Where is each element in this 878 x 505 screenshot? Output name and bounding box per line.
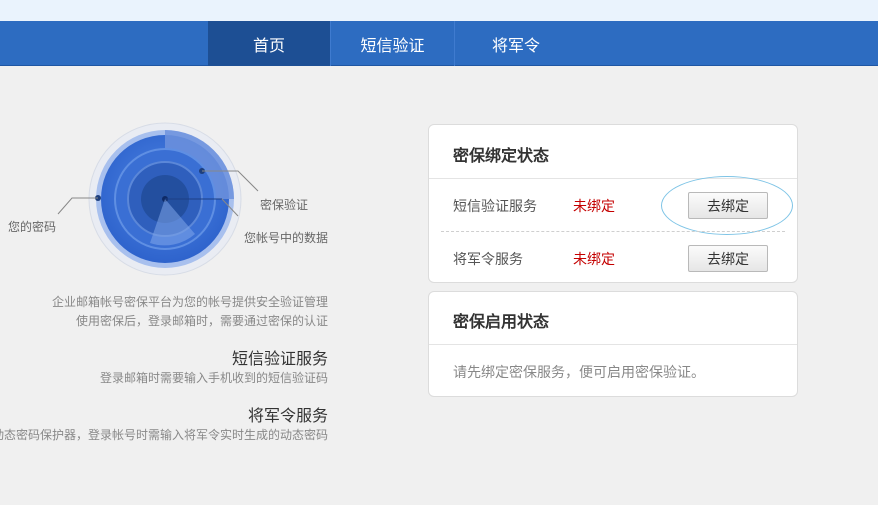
radar-graphic	[57, 122, 259, 276]
enable-hint: 请先绑定密保服务，便可启用密保验证。	[453, 365, 705, 381]
bind-sms-button[interactable]: 去绑定	[688, 192, 768, 219]
tab-sms-verify[interactable]: 短信验证	[331, 21, 454, 66]
sms-service-status: 未绑定	[573, 199, 615, 215]
tab-home[interactable]: 首页	[208, 21, 330, 66]
sms-service-label: 短信验证服务	[453, 199, 537, 215]
top-strip	[0, 0, 878, 21]
intro-line-1: 企业邮箱帐号密保平台为您的帐号提供安全验证管理	[51, 295, 328, 309]
feature-desc-token: 动态密码保护器，登录帐号时需输入将军令实时生成的动态密码	[0, 428, 328, 442]
feature-title-token: 将军令服务	[247, 406, 328, 425]
feature-desc-sms: 登录邮箱时需要输入手机收到的短信验证码	[99, 371, 328, 385]
top-navbar: 首页 短信验证 将军令	[0, 21, 878, 66]
tab-token[interactable]: 将军令	[455, 21, 577, 66]
card-divider	[429, 344, 797, 345]
password-label: 您的密码	[8, 220, 57, 234]
row-divider	[441, 231, 785, 232]
feature-title-sms: 短信验证服务	[231, 349, 328, 368]
tab-home-label: 首页	[252, 35, 285, 55]
bind-status-card: 密保绑定状态 短信验证服务 未绑定 去绑定 将军令服务 未绑定 去绑定	[428, 124, 798, 283]
account-data-label: 您帐号中的数据	[244, 231, 329, 245]
token-service-status: 未绑定	[573, 252, 615, 268]
card-title: 密保启用状态	[453, 312, 550, 331]
intro-line-2: 使用密保后，登录邮箱时，需要通过密保的认证	[75, 314, 328, 328]
tab-sms-verify-label: 短信验证	[360, 35, 425, 55]
tab-token-label: 将军令	[491, 35, 540, 55]
security-verify-label: 密保验证	[260, 198, 309, 212]
bind-token-button[interactable]: 去绑定	[688, 245, 768, 272]
card-title: 密保绑定状态	[453, 146, 550, 165]
enable-status-card: 密保启用状态 请先绑定密保服务，便可启用密保验证。	[428, 291, 798, 397]
token-service-label: 将军令服务	[453, 252, 523, 268]
security-illustration: 您的密码 密保验证 您帐号中的数据	[0, 66, 420, 306]
